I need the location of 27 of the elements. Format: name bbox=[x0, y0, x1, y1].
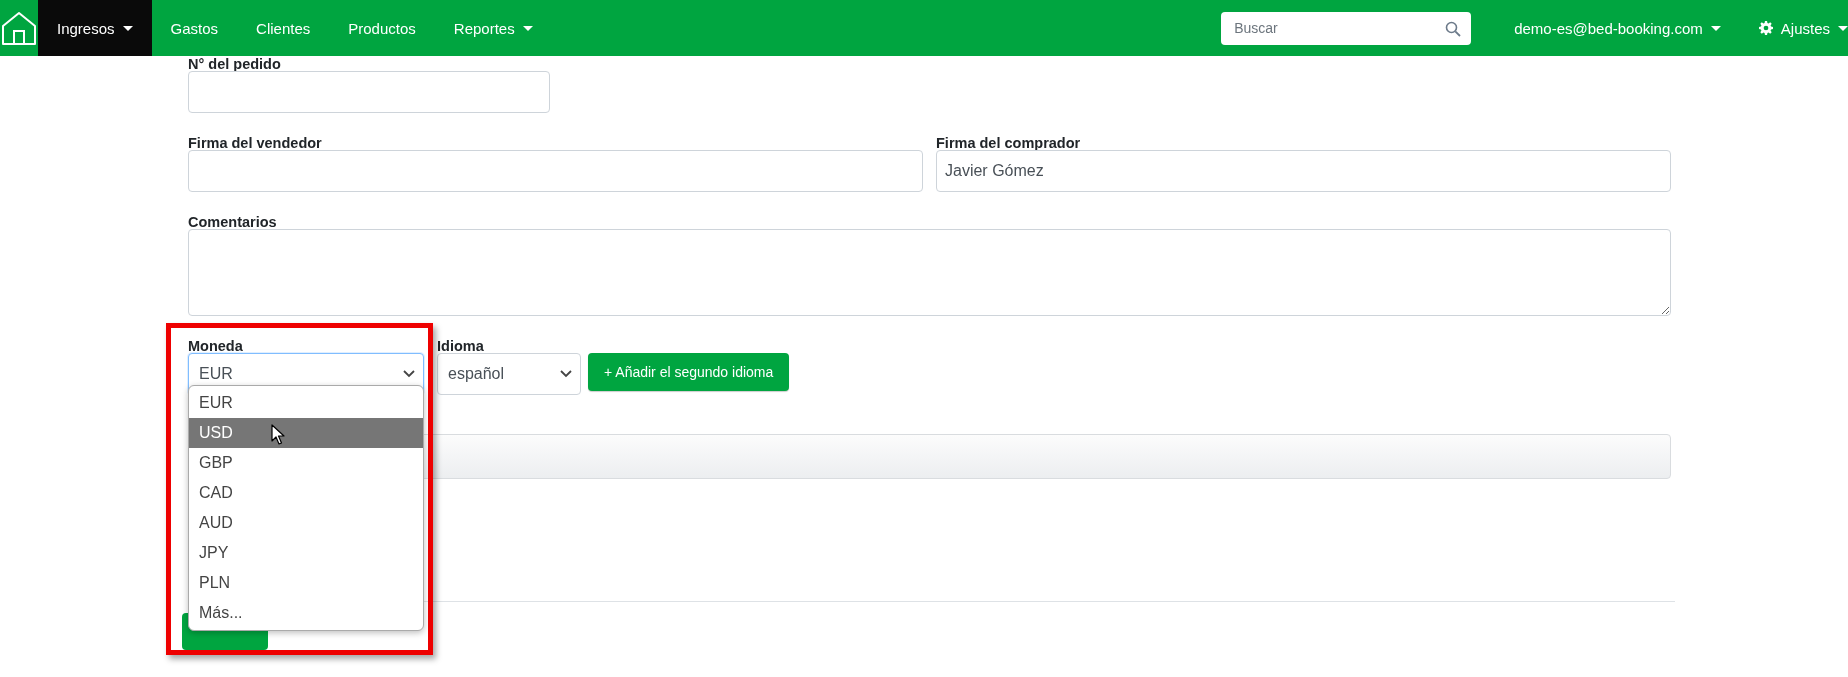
input-field[interactable]: Javier Gómez bbox=[936, 150, 1671, 192]
language-select[interactable]: español bbox=[437, 353, 581, 395]
dropdown-option[interactable]: Más... bbox=[189, 598, 423, 628]
nav-tab[interactable]: Ingresos bbox=[38, 0, 152, 56]
search-field[interactable]: Buscar bbox=[1221, 11, 1472, 45]
dropdown-option[interactable]: AUD bbox=[189, 508, 423, 538]
caret-icon bbox=[1710, 25, 1721, 31]
dropdown-option[interactable]: PLN bbox=[189, 568, 423, 598]
dropdown-option[interactable]: USD bbox=[189, 418, 423, 448]
caret-icon bbox=[1838, 25, 1848, 31]
chevron-down-icon bbox=[560, 370, 572, 378]
field-label: Firma del comprador bbox=[936, 136, 1082, 150]
field-label: Comentarios bbox=[188, 215, 278, 229]
home-icon[interactable] bbox=[1, 10, 37, 46]
chevron-down-icon bbox=[403, 370, 415, 378]
cursor-icon bbox=[271, 424, 285, 445]
dropdown-option[interactable]: JPY bbox=[189, 538, 423, 568]
settings-icon bbox=[1758, 21, 1773, 35]
dropdown-option[interactable]: CAD bbox=[189, 478, 423, 508]
input-field[interactable] bbox=[188, 150, 923, 192]
field-label: N° del pedido bbox=[188, 57, 282, 71]
field-label: Moneda bbox=[188, 339, 244, 353]
dropdown-option[interactable]: GBP bbox=[189, 448, 423, 478]
field-label: Firma del vendedor bbox=[188, 136, 323, 150]
input-field[interactable] bbox=[188, 71, 550, 113]
search-icon[interactable] bbox=[1445, 20, 1462, 37]
field-label: Idioma bbox=[437, 339, 485, 353]
